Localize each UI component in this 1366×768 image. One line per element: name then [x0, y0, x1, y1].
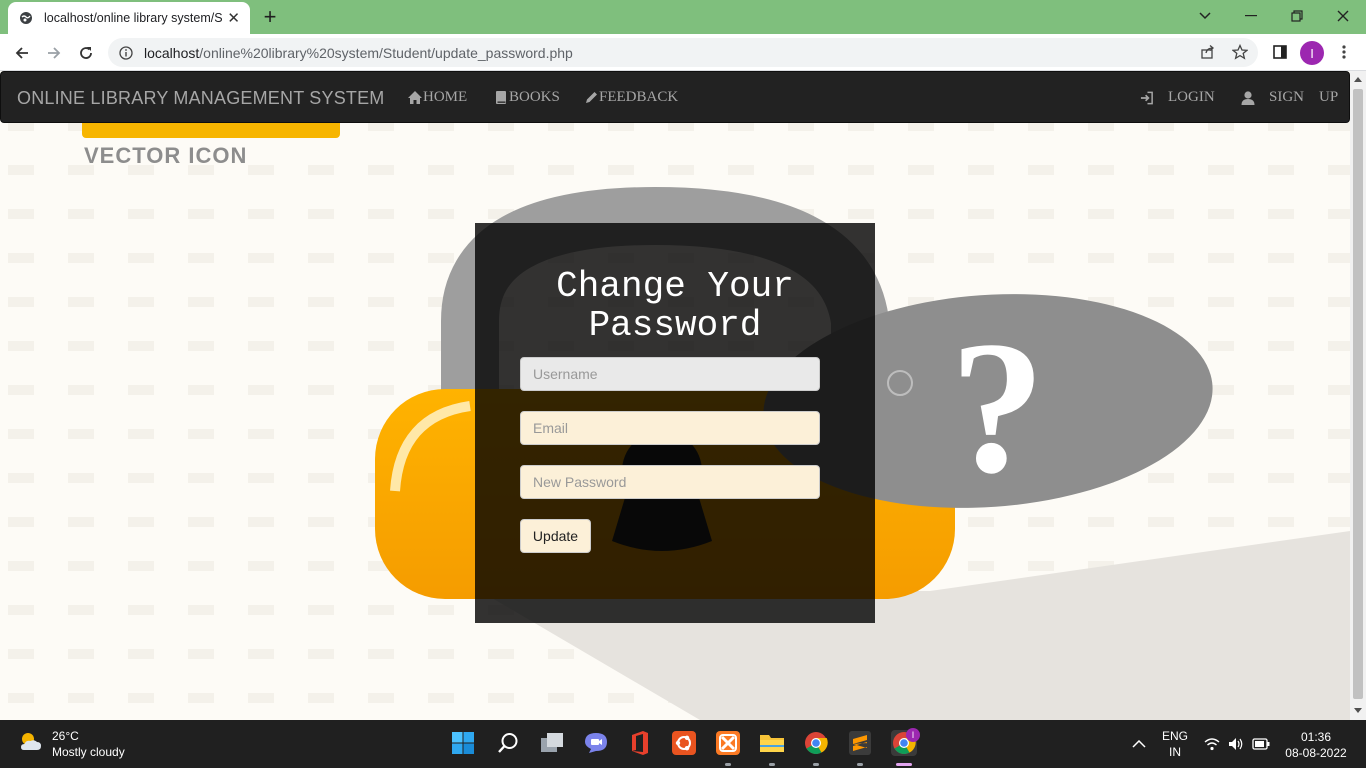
email-field[interactable] — [520, 411, 820, 445]
file-explorer-icon[interactable] — [759, 730, 785, 756]
update-button[interactable]: Update — [520, 519, 591, 553]
site-info-icon[interactable] — [118, 45, 134, 61]
scrollbar-thumb[interactable] — [1353, 89, 1363, 699]
windows-start-icon[interactable] — [450, 730, 476, 756]
weather-widget[interactable]: 26°C Mostly cloudy — [18, 728, 125, 760]
ubuntu-icon[interactable] — [671, 730, 697, 756]
new-password-field[interactable] — [520, 465, 820, 499]
chrome-icon[interactable] — [803, 730, 829, 756]
site-brand[interactable]: ONLINE LIBRARY MANAGEMENT SYSTEM — [17, 88, 385, 109]
chrome-profile-badge: I — [906, 728, 920, 742]
running-indicator — [769, 763, 775, 766]
change-password-panel: Change Your Password Update — [475, 223, 875, 623]
office-icon[interactable] — [627, 730, 653, 756]
page-title: Change Your Password — [556, 266, 794, 346]
volume-icon[interactable] — [1228, 720, 1244, 768]
side-panel-icon[interactable] — [1268, 40, 1292, 64]
wifi-icon[interactable] — [1204, 720, 1220, 768]
browser-toolbar: localhost/online%20library%20system/Stud… — [0, 34, 1366, 71]
forward-arrow-icon[interactable] — [41, 40, 67, 66]
task-view-icon[interactable] — [539, 730, 565, 756]
globe-icon — [18, 10, 34, 26]
tab-search-chevron-icon[interactable] — [1182, 0, 1228, 32]
browser-tab-active[interactable]: localhost/online library system/St ✕ — [8, 2, 250, 34]
scroll-down-arrow-icon[interactable] — [1354, 708, 1362, 713]
page-scrollbar[interactable] — [1350, 71, 1366, 720]
address-bar[interactable]: localhost/online%20library%20system/Stud… — [108, 38, 1258, 67]
battery-icon[interactable] — [1252, 720, 1270, 768]
user-icon — [1241, 90, 1255, 105]
url-text: localhost/online%20library%20system/Stud… — [144, 44, 573, 61]
running-indicator — [813, 763, 819, 766]
system-clock[interactable]: 01:36 08-08-2022 — [1280, 729, 1352, 761]
new-tab-plus-icon[interactable]: + — [258, 5, 282, 29]
pencil-icon — [584, 91, 598, 105]
profile-avatar[interactable]: I — [1300, 41, 1324, 65]
nav-login-link[interactable]: LOGIN — [1140, 89, 1215, 106]
vector-icon-caption: VECTOR ICON — [84, 143, 247, 168]
input-language-indicator[interactable]: ENG IN — [1160, 720, 1190, 768]
tray-overflow-chevron-icon[interactable] — [1132, 720, 1146, 768]
nav-home-link[interactable]: HOME — [408, 89, 467, 106]
username-field[interactable] — [520, 357, 820, 391]
page-viewport: VECTOR ICON ? ONLINE LIBRARY MANAGEMENT … — [0, 71, 1350, 720]
reload-icon[interactable] — [73, 40, 99, 66]
weather-temperature: 26°C — [52, 729, 79, 743]
question-mark-glyph: ? — [950, 303, 1045, 513]
browser-tabstrip: localhost/online library system/St ✕ + — [0, 0, 1366, 34]
partly-cloudy-icon — [18, 730, 44, 759]
back-arrow-icon[interactable] — [9, 40, 35, 66]
teams-chat-icon[interactable] — [583, 730, 609, 756]
scroll-up-arrow-icon[interactable] — [1354, 77, 1362, 82]
menu-kebab-icon[interactable] — [1332, 40, 1356, 64]
active-indicator — [896, 763, 912, 766]
windows-taskbar: 26°C Mostly cloudy I ENG IN 01:36 08-08-… — [0, 720, 1366, 768]
share-icon[interactable] — [1196, 40, 1220, 64]
restore-icon[interactable] — [1274, 0, 1320, 32]
search-icon[interactable] — [495, 730, 521, 756]
nav-signup-link[interactable]: SIGN UP — [1241, 89, 1338, 106]
minimize-icon[interactable] — [1228, 0, 1274, 32]
login-icon — [1140, 91, 1154, 105]
running-indicator — [857, 763, 863, 766]
book-icon — [494, 91, 508, 105]
xampp-icon[interactable] — [715, 730, 741, 756]
nav-feedback-link[interactable]: FEEDBACK — [584, 89, 678, 106]
close-window-icon[interactable] — [1320, 0, 1366, 32]
weather-condition: Mostly cloudy — [52, 745, 125, 759]
nav-books-link[interactable]: BOOKS — [494, 89, 560, 106]
site-navbar: ONLINE LIBRARY MANAGEMENT SYSTEM HOME BO… — [0, 71, 1350, 123]
home-icon — [408, 91, 422, 105]
tab-title: localhost/online library system/St — [44, 11, 222, 25]
running-indicator — [725, 763, 731, 766]
tab-close-icon[interactable]: ✕ — [227, 9, 240, 27]
bookmark-star-icon[interactable] — [1228, 40, 1252, 64]
sublime-text-icon[interactable] — [847, 730, 873, 756]
